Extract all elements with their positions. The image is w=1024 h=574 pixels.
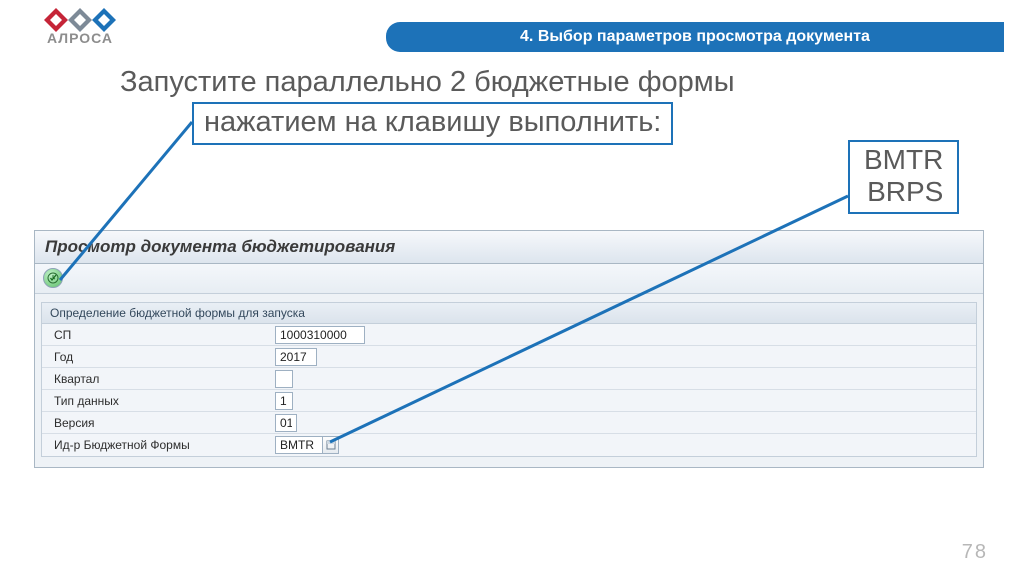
input-sp[interactable] — [275, 326, 365, 344]
label-sp: СП — [50, 328, 275, 342]
slide-subheadline: нажатием на клавишу выполнить: — [204, 106, 661, 138]
form-code-2: BRPS — [864, 176, 943, 208]
field-row-data-type: Тип данных — [42, 390, 976, 412]
label-data-type: Тип данных — [50, 394, 275, 408]
execute-button[interactable] — [43, 268, 63, 288]
field-row-quarter: Квартал — [42, 368, 976, 390]
field-row-sp: СП — [42, 324, 976, 346]
clock-check-icon — [47, 272, 59, 284]
input-data-type[interactable] — [275, 392, 293, 410]
label-quarter: Квартал — [50, 372, 275, 386]
brand-logo-text: АЛРОСА — [20, 30, 140, 46]
input-quarter[interactable] — [275, 370, 293, 388]
input-version[interactable] — [275, 414, 297, 432]
label-form-id: Ид-р Бюджетной Формы — [50, 438, 275, 452]
panel-title: Просмотр документа бюджетирования — [35, 231, 983, 264]
brand-logo: АЛРОСА — [20, 6, 140, 46]
form-codes-callout: BMTR BRPS — [848, 140, 959, 214]
field-row-version: Версия — [42, 412, 976, 434]
section-ribbon: 4. Выбор параметров просмотра документа — [386, 22, 1004, 52]
input-form-id[interactable] — [275, 436, 323, 454]
form-id-value-help-button[interactable] — [323, 436, 339, 454]
panel-toolbar — [35, 264, 983, 294]
input-year[interactable] — [275, 348, 317, 366]
slide-subheadline-box: нажатием на клавишу выполнить: — [192, 102, 673, 145]
field-row-form-id: Ид-р Бюджетной Формы — [42, 434, 976, 456]
label-version: Версия — [50, 416, 275, 430]
field-group: Определение бюджетной формы для запуска … — [41, 302, 977, 457]
field-row-year: Год — [42, 346, 976, 368]
field-group-title: Определение бюджетной формы для запуска — [42, 303, 976, 324]
form-code-1: BMTR — [864, 144, 943, 176]
slide-headline: Запустите параллельно 2 бюджетные формы — [120, 66, 735, 99]
value-help-icon — [326, 440, 336, 450]
sap-panel: Просмотр документа бюджетирования Опреде… — [34, 230, 984, 468]
label-year: Год — [50, 350, 275, 364]
page-number: 78 — [962, 541, 988, 564]
